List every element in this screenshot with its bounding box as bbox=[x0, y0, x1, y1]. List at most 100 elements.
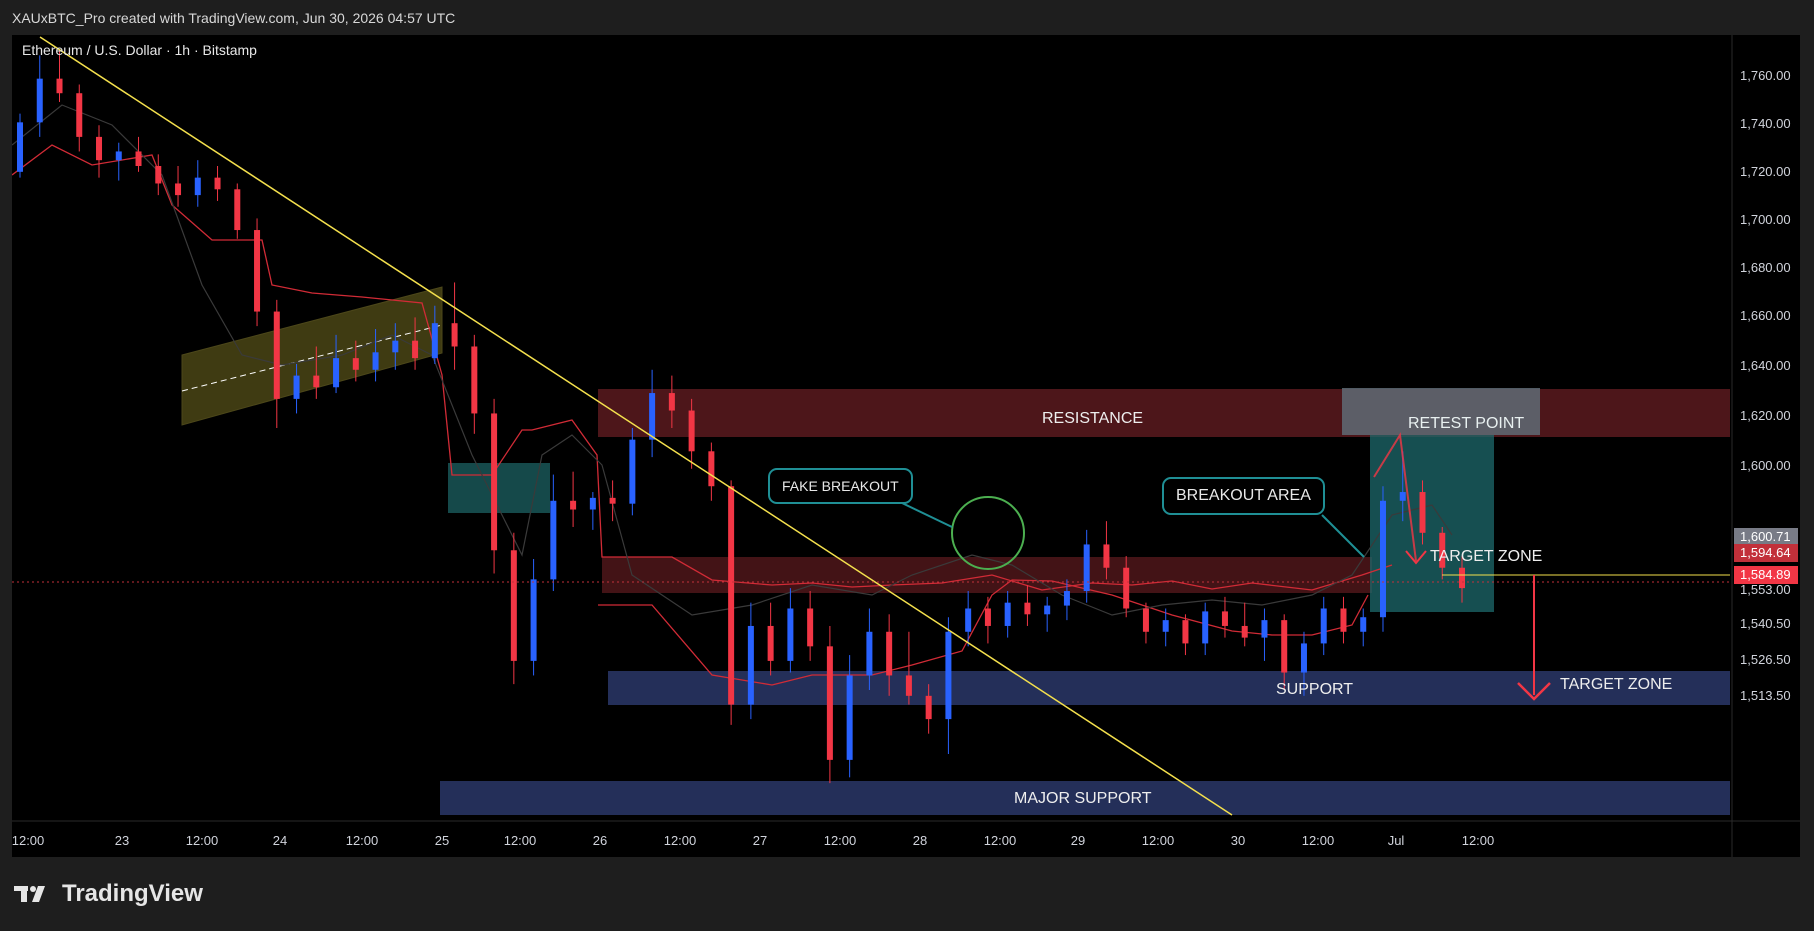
candle bbox=[1202, 602, 1209, 656]
candle bbox=[155, 154, 162, 196]
tradingview-logo-icon bbox=[14, 886, 45, 902]
candle-body bbox=[155, 166, 162, 184]
time-tick-label: 28 bbox=[913, 833, 927, 848]
candle bbox=[1241, 602, 1248, 647]
candle-body bbox=[1024, 602, 1031, 615]
time-tick-label: 12:00 bbox=[824, 833, 857, 848]
candle-body bbox=[589, 497, 596, 510]
candle-body bbox=[1281, 620, 1288, 673]
candle bbox=[471, 334, 478, 434]
candle-body bbox=[688, 410, 695, 452]
candle-body bbox=[925, 695, 932, 720]
candle-body bbox=[570, 500, 577, 510]
breakout-area-callout: BREAKOUT AREA bbox=[1162, 477, 1325, 515]
candle-body bbox=[1221, 611, 1228, 626]
candle-body bbox=[1004, 602, 1011, 626]
brand-name: TradingView bbox=[62, 880, 203, 907]
candle-body bbox=[886, 631, 893, 676]
candle-body bbox=[984, 608, 991, 626]
resistance-zone bbox=[598, 389, 1730, 437]
time-tick-label: 24 bbox=[273, 833, 287, 848]
candle bbox=[234, 183, 241, 239]
candle-body bbox=[1379, 500, 1386, 618]
candle bbox=[649, 369, 656, 458]
candle-body bbox=[254, 230, 261, 312]
candle bbox=[708, 442, 715, 501]
price-tag-label: 1,600.71 bbox=[1740, 529, 1791, 544]
candle bbox=[510, 532, 517, 685]
candle bbox=[1221, 596, 1228, 638]
candle-body bbox=[135, 151, 142, 166]
time-tick-label: 12:00 bbox=[186, 833, 219, 848]
candle bbox=[491, 398, 498, 574]
candle-body bbox=[1419, 492, 1426, 533]
price-tick-label: 1,680.00 bbox=[1740, 260, 1791, 275]
candle-body bbox=[431, 323, 438, 359]
candle bbox=[570, 471, 577, 527]
candle-body bbox=[1300, 643, 1307, 673]
candle bbox=[1340, 596, 1347, 644]
resistance-label: RESISTANCE bbox=[1042, 410, 1143, 427]
candle-body bbox=[175, 183, 182, 196]
candle-body bbox=[76, 93, 83, 137]
candle-body bbox=[36, 78, 43, 123]
candle-body bbox=[115, 151, 122, 161]
chart-title: Ethereum / U.S. Dollar · 1h · Bitstamp bbox=[22, 42, 257, 58]
candle bbox=[135, 136, 142, 172]
candle bbox=[550, 474, 557, 592]
price-tick-label: 1,740.00 bbox=[1740, 116, 1791, 131]
candle-body bbox=[530, 579, 537, 661]
candle bbox=[1182, 614, 1189, 656]
candle bbox=[787, 588, 794, 673]
time-axis[interactable]: 12:00 23 12:00 24 12:00 25 12:00 26 12:00 27 12:00… bbox=[12, 833, 1494, 848]
candle-body bbox=[1261, 620, 1268, 638]
time-tick-label: 12:00 bbox=[984, 833, 1017, 848]
time-tick-label: 29 bbox=[1071, 833, 1085, 848]
cloud-lower-line bbox=[598, 579, 1369, 686]
price-chart[interactable]: 1,760.00 1,740.00 1,720.00 1,700.00 1,680.00… bbox=[12, 35, 1800, 857]
tradingview-logo[interactable]: TradingView bbox=[14, 880, 203, 908]
candle-body bbox=[708, 451, 715, 487]
candle bbox=[214, 166, 221, 201]
chart-panel[interactable]: 1,760.00 1,740.00 1,720.00 1,700.00 1,680.00… bbox=[12, 35, 1800, 857]
time-tick-label: 12:00 bbox=[12, 833, 44, 848]
candle-body bbox=[747, 625, 754, 705]
candle-body bbox=[293, 375, 300, 399]
candle bbox=[589, 492, 596, 530]
candle-body bbox=[1123, 567, 1130, 609]
candle bbox=[807, 591, 814, 661]
candle-body bbox=[1162, 620, 1169, 632]
time-tick-label: 27 bbox=[753, 833, 767, 848]
price-tick-label: 1,526.50 bbox=[1740, 652, 1791, 667]
price-tick-label: 1,700.00 bbox=[1740, 212, 1791, 227]
candle bbox=[1261, 608, 1268, 661]
candle-body bbox=[787, 608, 794, 661]
breakout-area-label: BREAKOUT AREA bbox=[1176, 487, 1311, 504]
candle bbox=[451, 282, 458, 370]
candle-body bbox=[96, 136, 103, 161]
candle-body bbox=[1320, 608, 1327, 644]
candle bbox=[629, 428, 636, 516]
target-projection-box bbox=[1370, 435, 1494, 612]
candle-body bbox=[649, 393, 656, 440]
time-tick-label: Jul bbox=[1388, 833, 1405, 848]
candle-body bbox=[372, 352, 379, 370]
price-tag-label: 1,584.89 bbox=[1740, 567, 1791, 582]
candle bbox=[1142, 602, 1149, 644]
candle-body bbox=[214, 177, 221, 190]
candle-body bbox=[866, 631, 873, 676]
candle-body bbox=[1241, 625, 1248, 638]
candle bbox=[965, 591, 972, 647]
candle-body bbox=[767, 625, 774, 661]
price-tag: 1,594.64 bbox=[1734, 544, 1798, 562]
price-axis[interactable]: 1,760.00 1,740.00 1,720.00 1,700.00 1,680.00… bbox=[1740, 68, 1791, 703]
candle-body bbox=[728, 486, 735, 705]
chart-caption: XAUxBTC_Pro created with TradingView.com… bbox=[12, 10, 456, 26]
fake-breakout-pointer bbox=[901, 502, 953, 528]
candle bbox=[945, 617, 952, 755]
price-tick-label: 1,513.50 bbox=[1740, 688, 1791, 703]
candle-body bbox=[313, 375, 320, 388]
time-tick-label: 12:00 bbox=[1302, 833, 1335, 848]
price-tick-label: 1,640.00 bbox=[1740, 358, 1791, 373]
candle-body bbox=[194, 177, 201, 196]
